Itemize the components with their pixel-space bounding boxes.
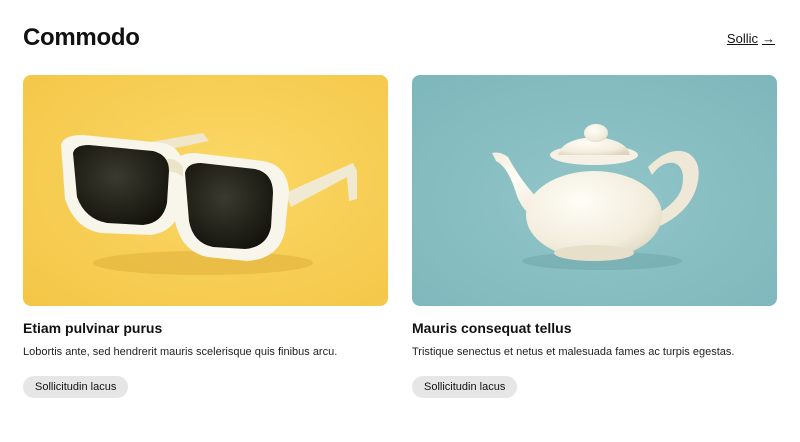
tag-chip[interactable]: Sollicitudin lacus (23, 376, 129, 398)
see-all-label: Sollic (726, 30, 758, 46)
sunglasses-image (23, 75, 388, 306)
product-card[interactable]: Etiam pulvinar purus Lobortis ante, sed … (23, 75, 388, 398)
tag-chip[interactable]: Sollicitudin lacus (412, 376, 518, 398)
card-title[interactable]: Mauris consequat tellus (412, 320, 777, 337)
product-card[interactable]: Mauris consequat tellus Tristique senect… (412, 75, 777, 398)
card-description: Lobortis ante, sed hendrerit mauris scel… (23, 346, 338, 358)
card-description: Tristique senectus et netus et malesuada… (412, 346, 735, 358)
see-all-link[interactable]: Sollic → (727, 31, 775, 46)
sunglasses-photo[interactable] (23, 75, 388, 306)
product-section: Commodo Sollic → Etiam pulvinar purus Lo… (0, 0, 800, 442)
teapot-image (412, 75, 777, 306)
section-title: Commodo (23, 24, 140, 51)
arrow-right-icon: → (762, 30, 775, 46)
section-header: Commodo Sollic → (23, 22, 775, 54)
teapot-photo[interactable] (412, 75, 777, 306)
card-title[interactable]: Etiam pulvinar purus (23, 320, 388, 337)
